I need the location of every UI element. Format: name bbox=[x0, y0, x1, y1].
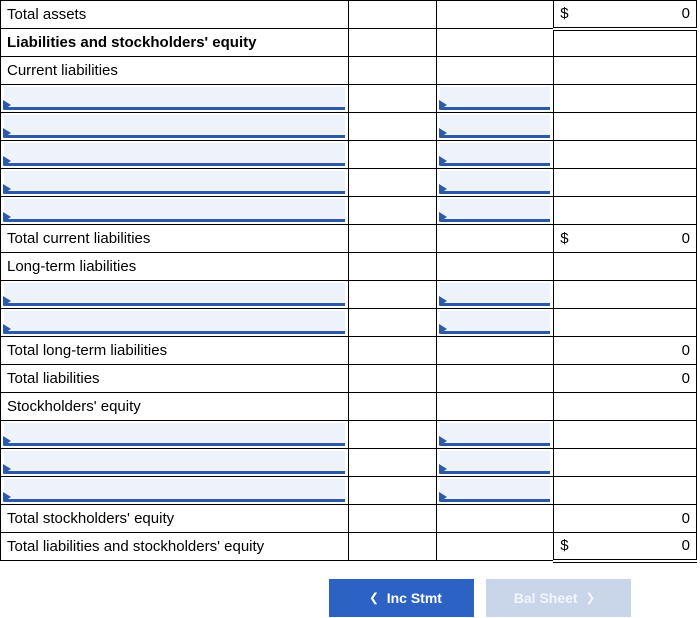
chevron-right-icon bbox=[3, 296, 11, 306]
chevron-right-icon bbox=[3, 212, 11, 222]
prev-button[interactable]: ❮ Inc Stmt bbox=[329, 579, 474, 617]
chevron-right-icon bbox=[3, 184, 11, 194]
amount-total-assets: $ 0 bbox=[560, 1, 690, 27]
next-button-label: Bal Sheet bbox=[514, 590, 578, 606]
input-cl-2-label[interactable] bbox=[4, 115, 345, 138]
chevron-right-icon bbox=[3, 156, 11, 166]
input-cl-3-value[interactable] bbox=[440, 143, 550, 166]
label-long-term-liabilities: Long-term liabilities bbox=[1, 253, 349, 281]
chevron-right-icon: ❯ bbox=[578, 588, 604, 607]
input-lt-2-label[interactable] bbox=[4, 311, 345, 334]
input-row-se-2 bbox=[1, 449, 697, 477]
input-se-3-label[interactable] bbox=[4, 479, 345, 502]
input-cl-5-value[interactable] bbox=[440, 199, 550, 222]
input-row-se-1 bbox=[1, 421, 697, 449]
label-total-liab-and-equity: Total liabilities and stockholders' equi… bbox=[1, 533, 349, 561]
chevron-right-icon bbox=[3, 128, 11, 138]
row-total-stockholders-equity: Total stockholders' equity 0 bbox=[1, 505, 697, 533]
row-stockholders-equity: Stockholders' equity bbox=[1, 393, 697, 421]
chevron-right-icon bbox=[439, 184, 447, 194]
label-total-current-liabilities: Total current liabilities bbox=[1, 225, 349, 253]
input-row-cl-3 bbox=[1, 141, 697, 169]
input-se-3-value[interactable] bbox=[440, 479, 550, 502]
chevron-right-icon bbox=[3, 436, 11, 446]
input-cl-1-label[interactable] bbox=[4, 87, 345, 110]
label-current-liabilities: Current liabilities bbox=[1, 57, 349, 85]
chevron-right-icon bbox=[439, 324, 447, 334]
row-total-liab-and-equity: Total liabilities and stockholders' equi… bbox=[1, 533, 697, 561]
label-stockholders-equity: Stockholders' equity bbox=[1, 393, 349, 421]
input-se-2-value[interactable] bbox=[440, 451, 550, 474]
chevron-right-icon bbox=[439, 436, 447, 446]
prev-button-label: Inc Stmt bbox=[387, 590, 442, 606]
balance-sheet-table: Total assets $ 0 Liabilities and stockho… bbox=[0, 0, 697, 563]
input-se-1-label[interactable] bbox=[4, 423, 345, 446]
input-lt-1-label[interactable] bbox=[4, 283, 345, 306]
label-total-assets: Total assets bbox=[1, 1, 349, 29]
amount-total-long-term-liabilities: 0 bbox=[560, 337, 690, 364]
input-row-se-3 bbox=[1, 477, 697, 505]
row-liab-equity-header: Liabilities and stockholders' equity bbox=[1, 29, 697, 57]
row-total-assets: Total assets $ 0 bbox=[1, 1, 697, 29]
row-total-current-liabilities: Total current liabilities $ 0 bbox=[1, 225, 697, 253]
row-current-liabilities: Current liabilities bbox=[1, 57, 697, 85]
input-cl-2-value[interactable] bbox=[440, 115, 550, 138]
chevron-right-icon bbox=[3, 100, 11, 110]
label-total-stockholders-equity: Total stockholders' equity bbox=[1, 505, 349, 533]
next-button[interactable]: Bal Sheet ❯ bbox=[486, 579, 631, 617]
input-cl-3-label[interactable] bbox=[4, 143, 345, 166]
chevron-right-icon bbox=[3, 464, 11, 474]
amount-total-stockholders-equity: 0 bbox=[560, 505, 690, 532]
input-row-cl-2 bbox=[1, 113, 697, 141]
input-se-1-value[interactable] bbox=[440, 423, 550, 446]
input-row-lt-2 bbox=[1, 309, 697, 337]
chevron-right-icon bbox=[439, 296, 447, 306]
chevron-right-icon bbox=[439, 100, 447, 110]
label-total-long-term-liabilities: Total long-term liabilities bbox=[1, 337, 349, 365]
chevron-right-icon bbox=[439, 212, 447, 222]
chevron-left-icon: ❮ bbox=[361, 588, 387, 607]
label-liab-equity-header: Liabilities and stockholders' equity bbox=[1, 29, 349, 57]
label-total-liabilities: Total liabilities bbox=[1, 365, 349, 393]
chevron-right-icon bbox=[439, 156, 447, 166]
bottom-nav: ❮ Inc Stmt Bal Sheet ❯ bbox=[0, 579, 700, 617]
input-cl-5-label[interactable] bbox=[4, 199, 345, 222]
input-row-cl-1 bbox=[1, 85, 697, 113]
chevron-right-icon bbox=[439, 128, 447, 138]
input-cl-4-value[interactable] bbox=[440, 171, 550, 194]
input-se-2-label[interactable] bbox=[4, 451, 345, 474]
chevron-right-icon bbox=[3, 324, 11, 334]
row-total-long-term-liabilities: Total long-term liabilities 0 bbox=[1, 337, 697, 365]
amount-total-liab-and-equity: $ 0 bbox=[560, 533, 690, 559]
input-row-cl-5 bbox=[1, 197, 697, 225]
row-total-liabilities: Total liabilities 0 bbox=[1, 365, 697, 393]
chevron-right-icon bbox=[439, 464, 447, 474]
input-row-cl-4 bbox=[1, 169, 697, 197]
input-lt-2-value[interactable] bbox=[440, 311, 550, 334]
row-long-term-liabilities: Long-term liabilities bbox=[1, 253, 697, 281]
input-cl-1-value[interactable] bbox=[440, 87, 550, 110]
amount-total-liabilities: 0 bbox=[560, 365, 690, 392]
chevron-right-icon bbox=[439, 492, 447, 502]
chevron-right-icon bbox=[3, 492, 11, 502]
amount-total-current-liabilities: $ 0 bbox=[560, 225, 690, 252]
input-row-lt-1 bbox=[1, 281, 697, 309]
input-lt-1-value[interactable] bbox=[440, 283, 550, 306]
input-cl-4-label[interactable] bbox=[4, 171, 345, 194]
